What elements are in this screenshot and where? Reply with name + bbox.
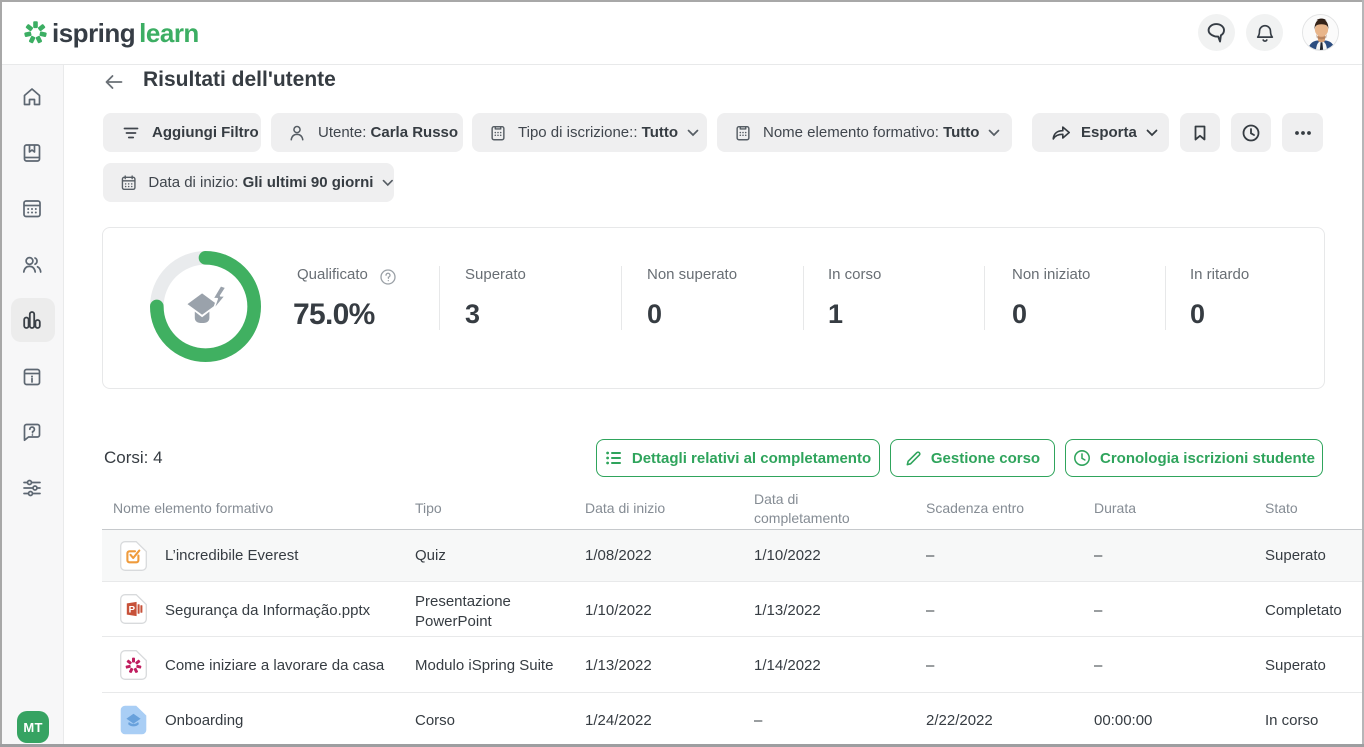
svg-text:P: P	[129, 605, 136, 616]
